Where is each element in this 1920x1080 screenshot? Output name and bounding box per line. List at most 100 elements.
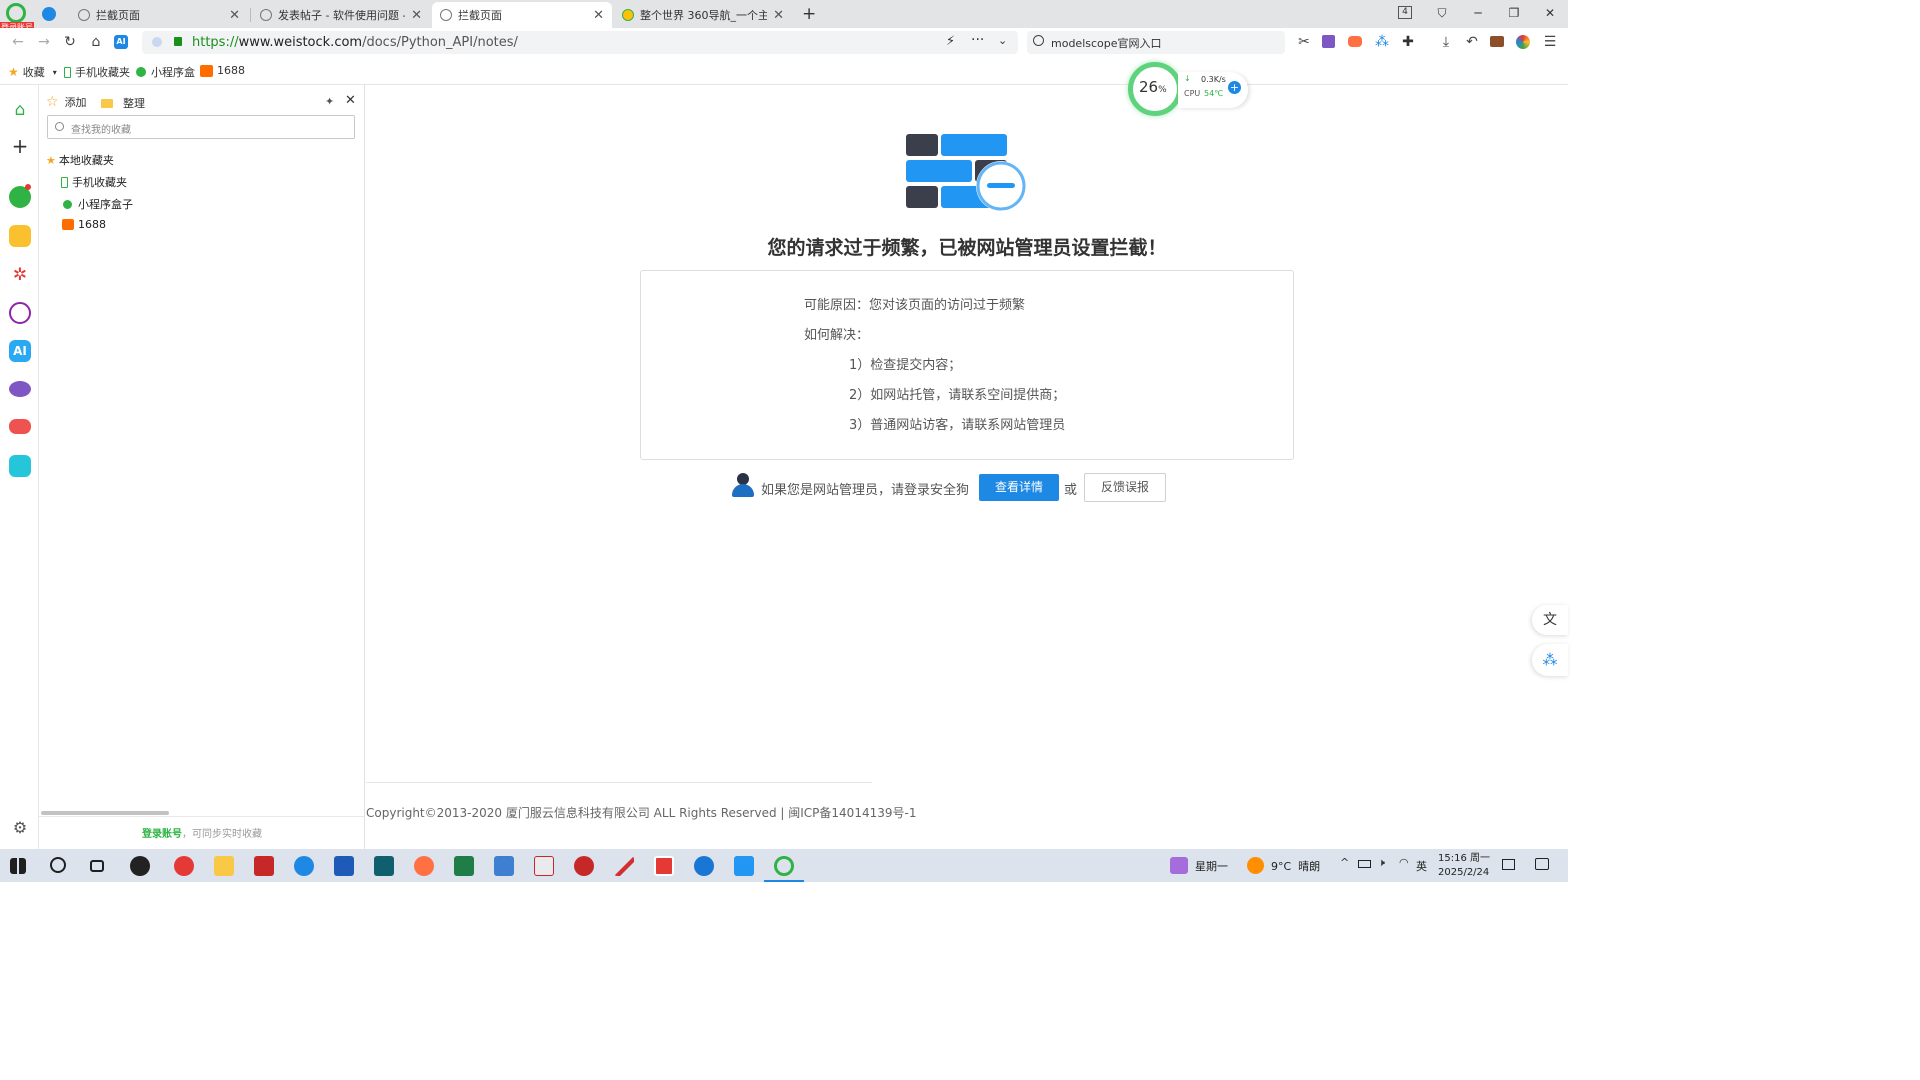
organize-button[interactable]: 整理	[101, 95, 145, 111]
report-false-positive-button[interactable]: 反馈误报	[1084, 473, 1166, 502]
ai-icon[interactable]: AI	[114, 35, 128, 49]
network-float-icon[interactable]: ⁂	[1532, 644, 1568, 676]
lock-icon[interactable]	[174, 37, 182, 46]
taskbar-app-icon[interactable]	[574, 856, 594, 876]
address-bar[interactable]: https://www.weistock.com/docs/Python_API…	[142, 31, 1018, 54]
taskbar-app-icon[interactable]	[254, 856, 274, 876]
favorites-search-input[interactable]: 查找我的收藏	[47, 115, 355, 139]
favorites-star-icon[interactable]	[9, 225, 31, 247]
windows-start-icon[interactable]	[10, 858, 26, 874]
battery-icon[interactable]	[1358, 860, 1371, 868]
briefcase-icon[interactable]	[1490, 36, 1504, 47]
taskbar-app-icon[interactable]	[374, 856, 394, 876]
tree-root-local-favorites[interactable]: ★ 本地收藏夹	[46, 152, 114, 168]
taskbar-app-icon[interactable]	[130, 856, 150, 876]
close-tab-icon[interactable]: ✕	[593, 8, 604, 23]
url-text[interactable]: https://www.weistock.com/docs/Python_API…	[192, 35, 518, 50]
close-tab-icon[interactable]: ✕	[773, 8, 784, 23]
add-icon[interactable]: +	[9, 135, 31, 157]
minimize-button[interactable]: ─	[1468, 4, 1488, 22]
tab-blocked-page-active[interactable]: 拦截页面 ✕	[432, 2, 612, 28]
tree-item-mobile-favorites[interactable]: 手机收藏夹	[61, 174, 127, 190]
home-icon[interactable]: ⌂	[9, 99, 31, 121]
tab-blocked-page-1[interactable]: 拦截页面 ✕	[70, 2, 248, 28]
chat-bot-icon[interactable]	[9, 381, 31, 397]
taskbar-app-icon[interactable]	[534, 856, 554, 876]
ai-assistant-icon[interactable]	[9, 302, 31, 324]
bookmark-miniprogram[interactable]: 小程序盒	[136, 64, 195, 80]
close-window-button[interactable]: ✕	[1540, 4, 1560, 22]
expand-plus-icon[interactable]: +	[1228, 81, 1241, 94]
search-icon[interactable]	[50, 857, 66, 873]
pin-icon[interactable]: ✦	[325, 95, 334, 108]
calendar-icon[interactable]	[1170, 857, 1188, 874]
close-panel-icon[interactable]: ✕	[345, 93, 356, 108]
360-browser-taskbar-icon[interactable]	[774, 856, 794, 876]
close-tab-icon[interactable]: ✕	[229, 8, 240, 23]
firefox-icon[interactable]	[414, 856, 434, 876]
menu-icon[interactable]: ☰	[1542, 34, 1558, 50]
close-tab-icon[interactable]: ✕	[411, 8, 422, 23]
tab-count-icon[interactable]: 4	[1398, 6, 1412, 19]
bookmark-mobile-favorites[interactable]: 手机收藏夹	[64, 64, 130, 80]
input-method-text[interactable]: 英	[1416, 858, 1427, 874]
skin-icon[interactable]: ⛉	[1432, 4, 1452, 22]
chevron-up-icon[interactable]: ^	[1340, 856, 1349, 869]
restore-button[interactable]: ❐	[1504, 4, 1524, 22]
edge-browser-icon[interactable]	[294, 856, 314, 876]
translate-icon[interactable]	[1322, 35, 1335, 48]
add-favorite-button[interactable]: ☆ 添加	[46, 94, 87, 110]
send-icon[interactable]	[42, 7, 56, 21]
view-details-button[interactable]: 查看详情	[979, 474, 1059, 501]
game-icon[interactable]	[1348, 36, 1362, 47]
horizontal-scrollbar[interactable]	[41, 811, 169, 815]
taskbar-app-icon[interactable]	[174, 856, 194, 876]
taskbar-app-icon[interactable]	[494, 856, 514, 876]
clock[interactable]: 15:16 周一 2025/2/24	[1438, 852, 1490, 880]
colorful-app-icon[interactable]	[1516, 35, 1530, 49]
search-box[interactable]: modelscope官网入口	[1027, 31, 1285, 54]
undo-icon[interactable]: ↶	[1464, 34, 1480, 50]
ai-app-icon[interactable]: AI	[9, 340, 31, 362]
scissors-icon[interactable]: ✂	[1296, 34, 1312, 50]
download-icon[interactable]: ⤓	[1438, 34, 1454, 50]
chevron-down-icon[interactable]: ⌄	[998, 34, 1007, 47]
tab-post-thread[interactable]: 发表帖子 - 软件使用问题 - 金 ✕	[252, 2, 430, 28]
notification-center-icon[interactable]	[1535, 858, 1549, 870]
tree-item-1688[interactable]: 1688	[62, 218, 106, 231]
lightning-icon[interactable]: ⚡	[946, 34, 955, 49]
taskbar-app-icon[interactable]	[734, 856, 754, 876]
show-desktop-icon[interactable]	[1502, 859, 1515, 870]
weather-text[interactable]: 9°C 晴朗	[1271, 858, 1320, 874]
bookmark-favorites[interactable]: ★ 收藏 ▾	[8, 64, 57, 80]
search-text[interactable]: modelscope官网入口	[1051, 35, 1162, 51]
taskbar-app-icon[interactable]	[654, 856, 674, 876]
site-info-icon[interactable]	[152, 37, 162, 47]
network-icon[interactable]: ⁂	[1374, 34, 1390, 50]
excel-icon[interactable]	[454, 856, 474, 876]
more-icon[interactable]: ···	[971, 32, 984, 48]
reload-icon[interactable]: ↻	[62, 34, 78, 50]
weather-sun-icon[interactable]	[1247, 857, 1264, 874]
home-icon[interactable]: ⌂	[88, 34, 104, 50]
puzzle-icon[interactable]: ✚	[1400, 34, 1416, 50]
game-controller-icon[interactable]	[9, 419, 31, 434]
taskbar-app-icon[interactable]	[614, 856, 634, 876]
graph-app-icon[interactable]: ✲	[9, 264, 31, 286]
bookmark-1688[interactable]: 1688	[200, 64, 245, 77]
task-view-icon[interactable]	[90, 860, 104, 872]
tree-item-miniprogram-box[interactable]: 小程序盒子	[63, 196, 133, 212]
translate-float-icon[interactable]: 文	[1532, 605, 1568, 635]
forward-icon[interactable]: →	[36, 34, 52, 50]
tool-app-icon[interactable]	[9, 455, 31, 477]
taskbar-app-icon[interactable]	[694, 856, 714, 876]
login-link[interactable]: 登录账号	[142, 829, 182, 840]
back-icon[interactable]: ←	[10, 34, 26, 50]
system-monitor-widget[interactable]: 26% ↓ 0.3K/s CPU 54℃ +	[1128, 62, 1248, 116]
word-icon[interactable]	[334, 856, 354, 876]
volume-muted-icon[interactable]: 🕨	[1378, 856, 1385, 870]
browser-logo-icon[interactable]	[6, 3, 26, 23]
wifi-icon[interactable]: ◠	[1399, 856, 1409, 869]
file-explorer-icon[interactable]	[214, 856, 234, 876]
settings-icon[interactable]: ⚙	[9, 817, 31, 839]
